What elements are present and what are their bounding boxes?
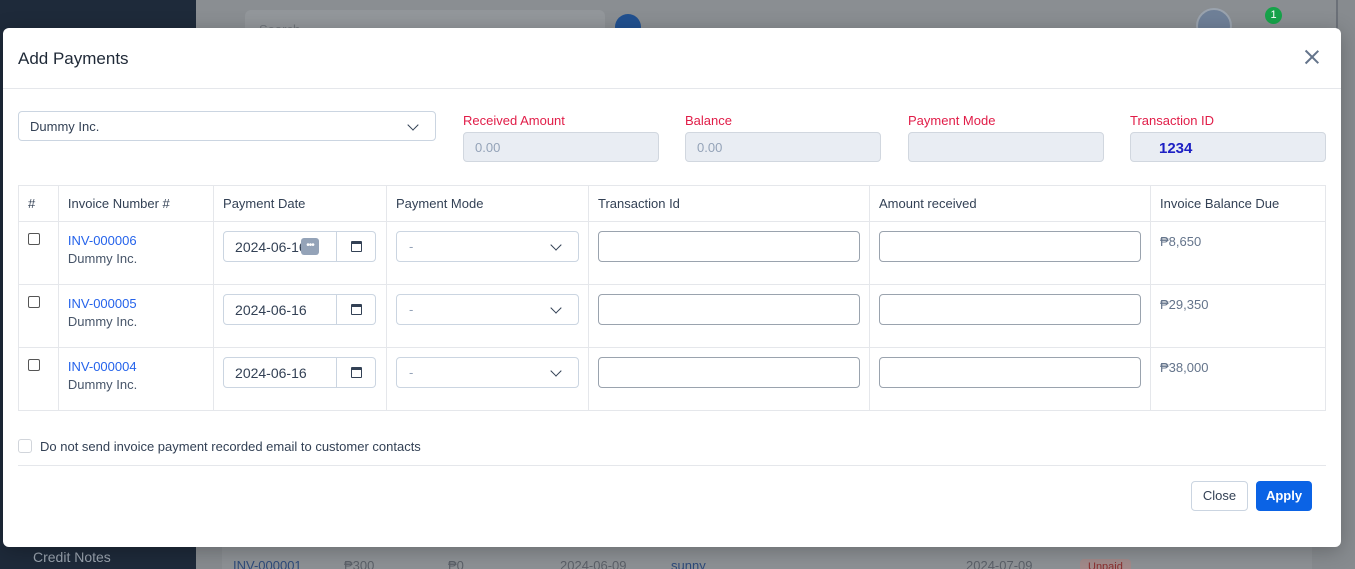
bg-row-invoice[interactable]: INV-000001 <box>233 558 302 569</box>
col-header-payment-mode: Payment Mode <box>386 185 590 222</box>
table-header-row: # Invoice Number # Payment Date Payment … <box>18 185 1326 222</box>
col-header-balance-due: Invoice Balance Due <box>1150 185 1326 222</box>
received-amount-label: Received Amount <box>463 113 565 128</box>
col-header-transaction-id: Transaction Id <box>588 185 871 222</box>
calendar-button[interactable] <box>337 357 377 388</box>
payment-mode-select[interactable]: - <box>396 231 580 262</box>
payment-date-input[interactable]: 2024-06-16 <box>223 294 338 325</box>
customer-select[interactable]: Dummy Inc. <box>18 111 436 141</box>
calendar-icon <box>351 367 363 378</box>
col-header-payment-date: Payment Date <box>213 185 388 222</box>
close-icon[interactable] <box>1303 48 1321 66</box>
chevron-down-icon <box>550 239 562 251</box>
background-table-row: INV-000001 ₱300 ₱0 2024-06-09 sunny 2024… <box>222 545 1312 569</box>
chevron-down-icon <box>550 365 562 377</box>
payment-mode-value: - <box>409 239 414 254</box>
col-header-invoice-number: Invoice Number # <box>57 185 215 222</box>
add-payments-modal: Add Payments Dummy Inc. Received Amount … <box>3 28 1341 547</box>
payment-date-picker: 2024-06-16 <box>223 294 377 325</box>
payment-mode-value: - <box>409 302 414 317</box>
payment-date-input[interactable]: 2024-06-16 ••• <box>223 231 338 262</box>
invoice-customer: Dummy Inc. <box>67 251 138 266</box>
payment-date-picker: 2024-06-16 <box>223 357 377 388</box>
apply-button[interactable]: Apply <box>1256 481 1312 511</box>
invoice-link[interactable]: INV-000004 <box>68 359 204 374</box>
notify-checkbox[interactable] <box>18 439 32 453</box>
bg-row-due-date: 2024-07-09 <box>966 558 1033 569</box>
transaction-id-input[interactable] <box>598 231 861 262</box>
calendar-button[interactable] <box>337 231 377 262</box>
payment-date-input[interactable]: 2024-06-16 <box>223 357 338 388</box>
transaction-id-input[interactable] <box>598 294 861 325</box>
payment-date-value: 2024-06-16 <box>235 239 307 255</box>
payment-mode-select[interactable]: - <box>396 357 580 388</box>
table-row: INV-000006 Dummy Inc. 2024-06-16 ••• - ₱… <box>18 221 1326 285</box>
balance-field: 0.00 <box>685 132 881 162</box>
bg-row-date: 2024-06-09 <box>560 558 627 569</box>
invoice-balance-due: ₱29,350 <box>1160 297 1209 312</box>
invoice-table: # Invoice Number # Payment Date Payment … <box>18 185 1326 411</box>
bg-row-amount: ₱300 <box>344 558 375 569</box>
transaction-id-label: Transaction ID <box>1130 113 1215 128</box>
invoice-link[interactable]: INV-000005 <box>68 296 204 311</box>
invoice-balance-due: ₱8,650 <box>1160 234 1202 249</box>
amount-received-input[interactable] <box>879 231 1142 262</box>
chevron-down-icon <box>407 119 419 131</box>
invoice-customer: Dummy Inc. <box>67 377 138 392</box>
bg-row-due: ₱0 <box>448 558 464 569</box>
row-checkbox[interactable] <box>28 233 40 245</box>
col-header-index: # <box>18 185 59 222</box>
payment-mode-label: Payment Mode <box>908 113 996 128</box>
customer-select-value: Dummy Inc. <box>30 119 100 134</box>
calendar-icon <box>351 241 363 252</box>
table-row: INV-000004 Dummy Inc. 2024-06-16 - ₱38,0… <box>18 347 1326 411</box>
amount-received-input[interactable] <box>879 294 1142 325</box>
payment-mode-select[interactable]: - <box>396 294 580 325</box>
bg-row-customer[interactable]: sunny <box>671 558 706 569</box>
received-amount-field: 0.00 <box>463 132 659 162</box>
more-icon[interactable]: ••• <box>301 238 320 255</box>
invoice-customer: Dummy Inc. <box>67 314 138 329</box>
modal-header: Add Payments <box>3 28 1341 89</box>
payment-mode-value: - <box>409 365 414 380</box>
notify-label: Do not send invoice payment recorded ema… <box>40 439 421 454</box>
bg-row-status: Unpaid <box>1080 559 1131 569</box>
notify-option[interactable]: Do not send invoice payment recorded ema… <box>18 439 421 454</box>
payment-mode-field <box>908 132 1104 162</box>
transaction-id-input[interactable] <box>598 357 861 388</box>
modal-title: Add Payments <box>18 49 129 68</box>
calendar-button[interactable] <box>337 294 377 325</box>
amount-received-input[interactable] <box>879 357 1142 388</box>
row-checkbox[interactable] <box>28 359 40 371</box>
payment-date-value: 2024-06-16 <box>235 365 307 381</box>
divider <box>18 465 1326 466</box>
table-row: INV-000005 Dummy Inc. 2024-06-16 - ₱29,3… <box>18 284 1326 348</box>
balance-label: Balance <box>685 113 732 128</box>
chevron-down-icon <box>550 302 562 314</box>
payment-date-value: 2024-06-16 <box>235 302 307 318</box>
notification-badge: 1 <box>1265 7 1282 24</box>
invoice-link[interactable]: INV-000006 <box>68 233 204 248</box>
row-checkbox[interactable] <box>28 296 40 308</box>
col-header-amount-received: Amount received <box>869 185 1152 222</box>
calendar-icon <box>351 304 363 315</box>
invoice-balance-due: ₱38,000 <box>1160 360 1209 375</box>
transaction-id-field: 1234 <box>1130 132 1326 162</box>
sidebar-item-credit-notes[interactable]: Credit Notes <box>33 549 111 565</box>
close-button[interactable]: Close <box>1191 481 1248 511</box>
payment-date-picker: 2024-06-16 ••• <box>223 231 377 262</box>
